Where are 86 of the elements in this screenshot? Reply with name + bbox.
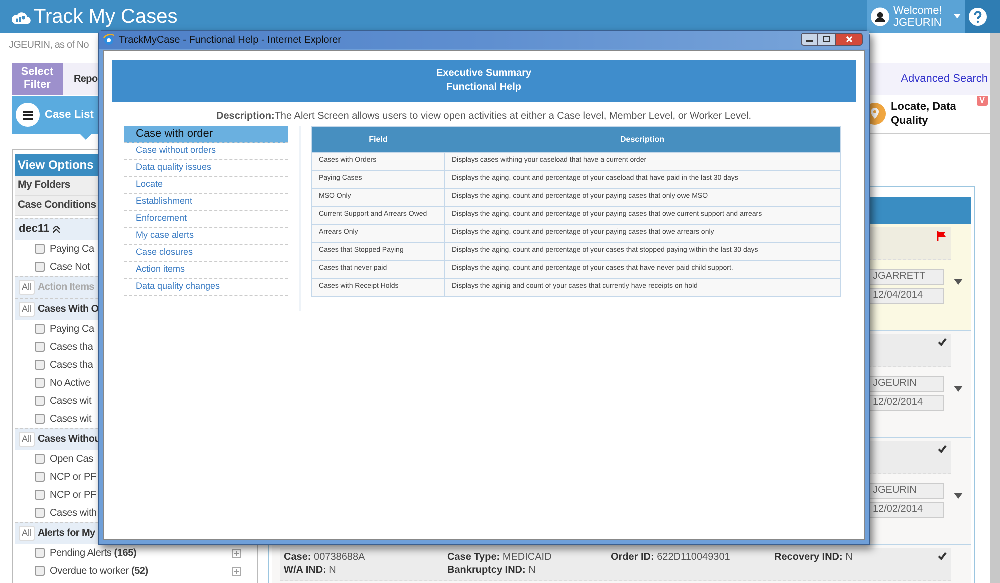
checkbox[interactable] (35, 508, 45, 518)
case-card[interactable]: Case: 00738688A Case Type: MEDICAID Order ID: 622D110049301 Recovery IND: N W/A IND: N Bankruptcy IND: N (272, 545, 971, 583)
case-field: Bankruptcy IND: N (448, 565, 611, 577)
maximize-button[interactable] (818, 32, 835, 46)
close-icon (846, 36, 852, 42)
help-nav-item[interactable]: Case with order (124, 126, 288, 143)
as-of-text: JGEURIN, as of No (9, 39, 89, 53)
scrollbar[interactable] (990, 33, 1000, 583)
checkbox[interactable] (35, 324, 45, 334)
check-icon[interactable] (938, 338, 947, 346)
flag-icon[interactable] (937, 231, 947, 241)
advanced-search-link[interactable]: Advanced Search (901, 70, 988, 88)
filter-label: Case Not (50, 260, 90, 274)
check-icon[interactable] (938, 445, 947, 453)
filter-label: Paying Ca (50, 322, 94, 336)
help-nav-item[interactable]: Enforcement (124, 211, 288, 228)
checkbox[interactable] (35, 490, 45, 500)
caret-icon[interactable] (954, 492, 963, 498)
help-nav-item[interactable]: Case closures (124, 245, 288, 262)
locate-label[interactable]: Locate, Data Quality (891, 100, 974, 128)
help-title: Functional Help (446, 81, 522, 95)
all-button[interactable]: All (19, 526, 36, 541)
help-nav-item[interactable]: Establishment (124, 194, 288, 211)
case-field: Case: 00738688A (284, 552, 448, 564)
group-title[interactable]: dec11 (19, 221, 50, 238)
filter-label: No Active (50, 376, 90, 390)
checkbox[interactable] (35, 566, 45, 576)
welcome-text: Welcome! (894, 4, 942, 16)
plus-icon[interactable] (232, 566, 241, 576)
filter-label: Cases tha (50, 340, 94, 354)
badge: V (976, 96, 988, 106)
minimize-button[interactable] (801, 32, 818, 46)
checkbox[interactable] (35, 244, 45, 254)
filter-label: Pending Alerts (165) (50, 546, 137, 560)
caret-icon[interactable] (954, 386, 963, 392)
help-nav-item[interactable]: Action items (124, 262, 288, 279)
filter-label: Paying Ca (50, 242, 94, 256)
user-menu[interactable]: Welcome! JGEURIN (867, 0, 965, 33)
case-field: Recovery IND: N (774, 552, 938, 564)
filter-tab[interactable]: Select Filter (12, 63, 63, 95)
case-field: W/A IND: N (284, 565, 448, 577)
caret-icon (954, 14, 961, 19)
help-nav-item[interactable]: Locate (124, 177, 288, 194)
filter-label: Cases wit (50, 412, 92, 426)
checkbox[interactable] (35, 360, 45, 370)
checkbox[interactable] (35, 548, 45, 558)
checkbox[interactable] (35, 472, 45, 482)
filter-label: Cases wit (50, 394, 92, 408)
browser-icon (103, 34, 115, 46)
all-button[interactable]: All (19, 432, 36, 447)
filter-label: NCP or PF (50, 488, 96, 502)
case-field: Case Type: MEDICAID (448, 552, 611, 564)
caret-icon[interactable] (954, 278, 963, 284)
description-text: Description:The Alert Screen allows users to view open activities at either a Case level, Member Level, or Worker Level. (215, 111, 753, 123)
column-header[interactable]: Description (445, 127, 840, 152)
help-title: Executive Summary (436, 67, 532, 81)
column-header[interactable]: Field (312, 127, 445, 152)
filter-label: Cases tha (50, 358, 94, 372)
list-icon (23, 110, 33, 120)
close-button[interactable] (835, 32, 863, 46)
checkbox[interactable] (35, 342, 45, 352)
window-title: TrackMyCase - Functional Help - Internet Explorer (119, 34, 342, 48)
checkbox[interactable] (35, 414, 45, 424)
all-button[interactable]: All (19, 302, 36, 317)
user-name: JGEURIN (894, 16, 942, 28)
check-icon[interactable] (938, 552, 947, 560)
help-nav-item[interactable]: Data quality changes (124, 279, 288, 296)
filter-label: Cases with (50, 506, 97, 520)
checkbox[interactable] (35, 454, 45, 464)
checkbox[interactable] (35, 396, 45, 406)
filter-label: Open Cas (50, 452, 94, 466)
help-nav-item[interactable]: Data quality issues (124, 160, 288, 177)
help-nav-item[interactable]: Case without orders (124, 143, 288, 160)
case-field: Order ID: 622D110049301 (611, 552, 774, 564)
checkbox[interactable] (35, 262, 45, 272)
help-icon[interactable] (968, 8, 986, 26)
case-list-label: Case List (45, 108, 94, 123)
filter-label: Overdue to worker (52) (50, 564, 148, 578)
filter-label: NCP or PF (50, 470, 96, 484)
avatar-icon (871, 6, 890, 28)
app-title: Track My Cases (34, 6, 178, 26)
checkbox[interactable] (35, 378, 45, 388)
plus-icon[interactable] (232, 548, 241, 558)
help-nav-item[interactable]: My case alerts (124, 228, 288, 245)
collapse-icon[interactable] (52, 226, 60, 233)
group-title[interactable]: Alerts for My (38, 526, 96, 541)
